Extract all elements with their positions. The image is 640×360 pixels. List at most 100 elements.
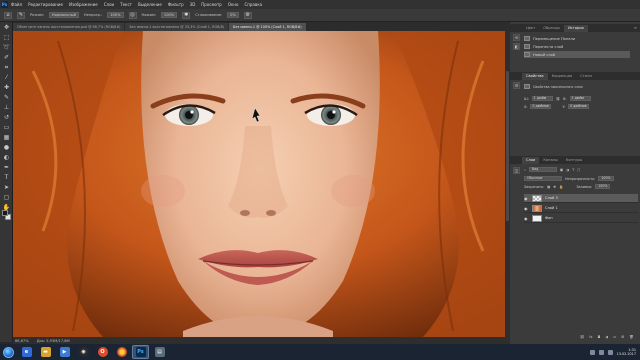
zoom-level[interactable]: 66,67% xyxy=(15,339,29,343)
eraser-tool-icon[interactable]: ▭ xyxy=(2,123,11,132)
history-item[interactable]: Перемещение Панели xyxy=(524,35,630,42)
filter-shape-icon[interactable]: ▢ xyxy=(577,168,580,172)
doc-tab-2[interactable]: Без имени-1 восстановлено @ 33,3% (Слой … xyxy=(125,23,229,31)
crop-tool-icon[interactable]: ⌗ xyxy=(2,63,11,72)
menu-filter[interactable]: Фильтр xyxy=(168,2,184,7)
eyedropper-tool-icon[interactable]: ⁄ xyxy=(2,73,11,82)
network-icon[interactable] xyxy=(589,349,595,355)
start-button[interactable] xyxy=(0,344,16,360)
visibility-eye-icon[interactable]: ◉ xyxy=(524,206,529,211)
menu-help[interactable]: Справка xyxy=(244,2,262,7)
menu-window[interactable]: Окно xyxy=(228,2,239,7)
x-field[interactable]: 0 дюймов xyxy=(530,104,552,109)
airbrush-icon[interactable]: ✱ xyxy=(182,11,191,19)
layer-filter-select[interactable]: Вид xyxy=(528,167,557,172)
quick-select-tool-icon[interactable]: ✐ xyxy=(2,53,11,62)
history-brush-tool-icon[interactable]: ↺ xyxy=(2,113,11,122)
add-mask-icon[interactable]: ◘ xyxy=(598,335,601,339)
portrait-photo[interactable] xyxy=(13,31,510,337)
blur-tool-icon[interactable]: ● xyxy=(2,143,11,152)
delete-layer-icon[interactable]: 🗑 xyxy=(629,335,633,339)
marquee-tool-icon[interactable]: ⬚ xyxy=(2,33,11,42)
new-layer-icon[interactable]: ⊞ xyxy=(621,335,624,339)
color-swatches[interactable] xyxy=(2,210,12,222)
layer-row[interactable]: ◉ Фон xyxy=(524,214,638,223)
brush-tool-icon[interactable]: ✎ xyxy=(2,93,11,102)
smoothing-input[interactable]: 0% xyxy=(227,12,239,18)
lock-move-icon[interactable]: ✥ xyxy=(553,185,556,189)
fill-input[interactable]: 100% xyxy=(595,184,611,189)
tab-layers[interactable]: Слои xyxy=(522,157,540,164)
canvas-area[interactable] xyxy=(13,31,510,337)
link-layers-icon[interactable]: ⛓ xyxy=(580,335,584,339)
flag-icon[interactable] xyxy=(607,349,613,355)
history-item[interactable]: Перенести слой xyxy=(524,43,630,50)
taskbar-app-photoshop[interactable]: Ps xyxy=(132,345,149,359)
tab-adjustments[interactable]: Коррекция xyxy=(548,73,577,80)
history-item[interactable]: Новый слой xyxy=(524,51,630,58)
opacity-input[interactable]: 100% xyxy=(107,12,124,18)
taskbar-app[interactable]: e xyxy=(18,345,35,359)
filter-type-icon[interactable]: T xyxy=(572,168,574,172)
pen-tool-icon[interactable]: ✒ xyxy=(2,163,11,172)
history-side-icon[interactable]: ⟲ xyxy=(513,34,520,41)
menu-edit[interactable]: Редактирование xyxy=(28,2,63,7)
y-field[interactable]: 0 дюймов xyxy=(568,104,590,109)
tab-properties[interactable]: Свойства xyxy=(522,73,548,80)
menu-view[interactable]: Просмотр xyxy=(201,2,222,7)
visibility-eye-icon[interactable]: ◉ xyxy=(524,216,529,221)
doc-tab-1[interactable]: Облегчите панель восстановления.psd @ 66… xyxy=(13,23,125,31)
path-select-tool-icon[interactable]: ➤ xyxy=(2,183,11,192)
taskbar-app[interactable]: O xyxy=(94,345,111,359)
menu-3d[interactable]: 3D xyxy=(190,2,196,7)
layer-style-icon[interactable]: fx xyxy=(589,335,592,339)
tab-styles[interactable]: Стили xyxy=(576,73,596,80)
menu-file[interactable]: Файл xyxy=(11,2,22,7)
settings-gear-icon[interactable]: ⚙ xyxy=(243,11,252,19)
properties-side-icon[interactable]: ☰ xyxy=(513,82,520,89)
height-field[interactable]: 1 дюйм xyxy=(569,96,591,101)
clock[interactable]: 1:31 13.02.2017 xyxy=(617,348,636,357)
shape-tool-icon[interactable]: ▢ xyxy=(2,193,11,202)
home-icon[interactable]: ⌂ xyxy=(4,11,12,19)
menu-select[interactable]: Выделение xyxy=(138,2,162,7)
tab-paths[interactable]: Контуры xyxy=(562,157,586,164)
healing-brush-tool-icon[interactable]: ✚ xyxy=(2,83,11,92)
filter-image-icon[interactable]: ▣ xyxy=(560,168,563,172)
layer-row[interactable]: ◉ Слой 3 xyxy=(524,194,638,203)
lock-all-icon[interactable]: 🔒 xyxy=(559,185,563,189)
lock-pixels-icon[interactable]: ▦ xyxy=(547,185,550,189)
color-side-icon[interactable]: ◧ xyxy=(513,43,520,50)
layer-row[interactable]: ◉ Слой 1 xyxy=(524,204,638,213)
panel-menu-icon[interactable]: ≡ xyxy=(634,25,637,30)
taskbar-app[interactable]: ▤ xyxy=(151,345,168,359)
blend-mode-select[interactable]: Обычные xyxy=(524,176,562,181)
group-icon[interactable]: ▭ xyxy=(613,335,616,339)
gradient-tool-icon[interactable]: ▦ xyxy=(2,133,11,142)
lasso-tool-icon[interactable]: ➰ xyxy=(2,43,11,52)
brush-preset-icon[interactable]: ✎ xyxy=(17,11,25,19)
clone-stamp-tool-icon[interactable]: ⊥ xyxy=(2,103,11,112)
scroll-thumb[interactable] xyxy=(506,71,509,221)
volume-icon[interactable] xyxy=(598,349,604,355)
pressure-opacity-icon[interactable]: ◎ xyxy=(128,11,137,19)
tab-color[interactable]: Цвет xyxy=(522,25,539,32)
visibility-eye-icon[interactable]: ◉ xyxy=(524,196,529,201)
tab-swatches[interactable]: Образцы xyxy=(539,25,564,32)
dodge-tool-icon[interactable]: ◐ xyxy=(2,153,11,162)
layer-opacity-input[interactable]: 100% xyxy=(598,176,614,181)
link-icon[interactable]: ⛓ xyxy=(556,97,560,101)
width-field[interactable]: 1 дюйм xyxy=(531,96,553,101)
type-tool-icon[interactable]: T xyxy=(2,173,11,182)
taskbar-app[interactable] xyxy=(113,345,130,359)
tab-history[interactable]: История xyxy=(563,25,588,32)
filter-adjust-icon[interactable]: ◑ xyxy=(566,168,569,172)
flow-input[interactable]: 100% xyxy=(160,12,178,18)
mode-select[interactable]: Нормальный xyxy=(48,12,79,18)
foreground-color-swatch[interactable] xyxy=(2,210,8,216)
taskbar-app[interactable]: ▶ xyxy=(56,345,73,359)
adjustment-layer-icon[interactable]: ◑ xyxy=(605,335,608,339)
doc-tab-3[interactable]: Без имени-1 @ 100% (Слой 1, RGB/8#) xyxy=(229,23,306,31)
taskbar-app[interactable]: ◉ xyxy=(75,345,92,359)
menu-layers[interactable]: Слои xyxy=(104,2,114,7)
